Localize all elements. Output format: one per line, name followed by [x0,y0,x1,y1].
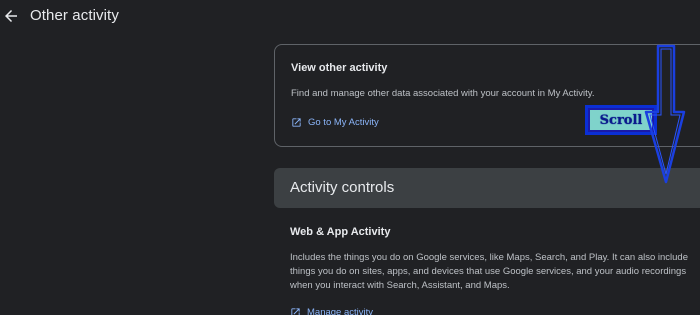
go-to-my-activity-link[interactable]: Go to My Activity [291,117,379,128]
arrow-back-icon [5,10,17,22]
back-button[interactable] [2,7,20,25]
open-in-new-icon [292,118,301,127]
web-app-activity-title: Web & App Activity [290,226,391,238]
card-description: Find and manage other data associated wi… [291,88,595,99]
activity-controls-title: Activity controls [290,179,395,196]
card-title: View other activity [291,62,388,74]
down-arrow-icon [644,44,686,184]
web-app-activity-description: Includes the things you do on Google ser… [290,252,688,291]
page-title: Other activity [30,7,119,24]
open-in-new-icon [291,308,300,315]
page: Other activity View other activity Find … [0,0,700,315]
activity-controls-header: Activity controls [274,168,700,208]
manage-activity-link[interactable]: Manage activity [290,307,373,315]
go-to-my-activity-label: Go to My Activity [308,117,379,128]
scroll-annotation-text: Scroll [599,112,643,128]
manage-activity-label: Manage activity [307,307,374,315]
